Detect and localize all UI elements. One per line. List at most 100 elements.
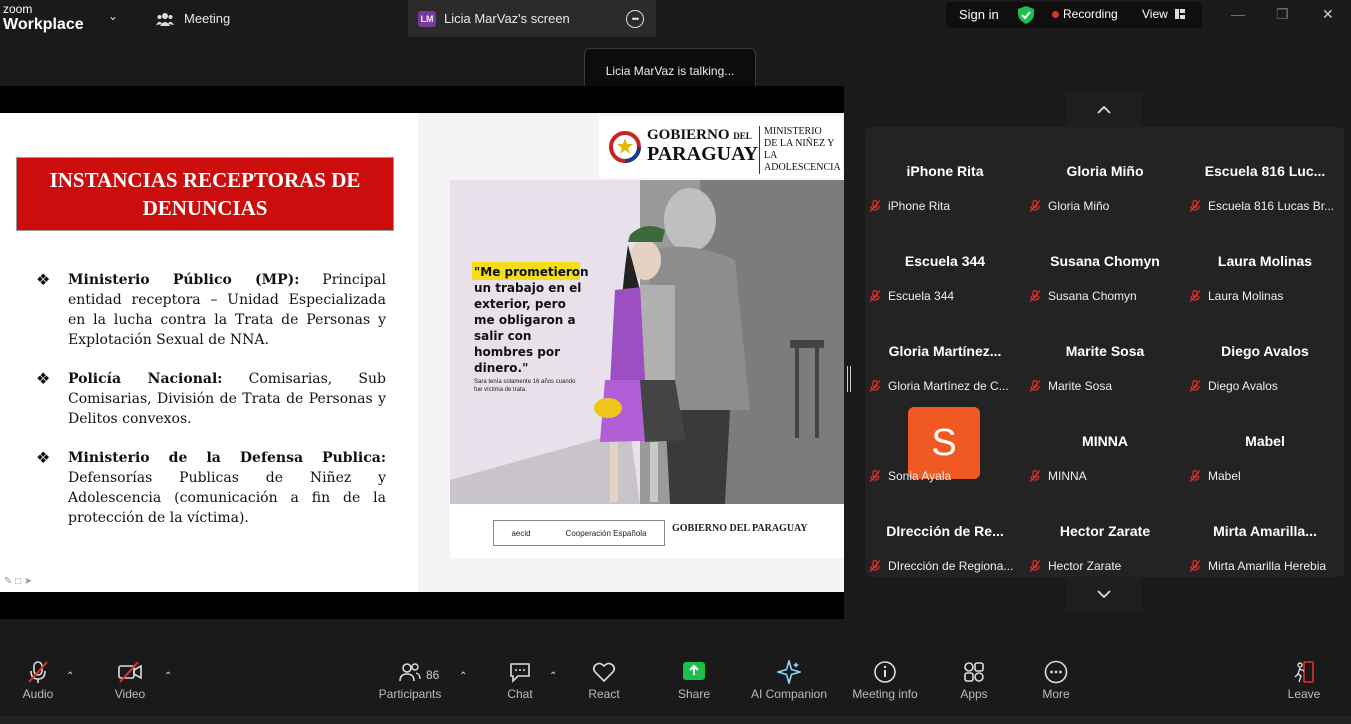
participant-label: Marite Sosa [1029,377,1112,395]
slide-title: INSTANCIAS RECEPTORAS DE DENUNCIAS [16,157,394,231]
participant-name: iPhone Rita [906,163,984,179]
participant-tile[interactable]: Hector Zarate Hector Zarate [1025,487,1185,577]
participant-count: 86 [426,668,440,682]
participant-gallery: iPhone Rita iPhone Rita Gloria Miño Gloria … [865,127,1344,577]
poster-quote: "Me prometieron un trabajo en el exterio… [474,265,589,375]
react-button[interactable]: React [584,660,624,701]
participant-label-text: Susana Chomyn [1048,289,1137,303]
participant-label-text: MINNA [1048,469,1087,483]
participant-tile[interactable]: Diego Avalos Diego Avalos [1185,307,1344,397]
participant-label: Sonia Ayala [869,467,951,485]
participant-label-text: Mirta Amarilla Herebia [1208,559,1327,573]
recording-status[interactable]: Recording [1063,7,1118,21]
participant-tile[interactable]: Gloria Miño Gloria Miño [1025,127,1185,217]
apps-icon [964,662,984,682]
video-button[interactable]: Video [110,660,150,701]
participant-tile[interactable]: Mirta Amarilla... Mirta Amarilla Herebia [1185,487,1344,577]
apps-button[interactable]: Apps [954,660,994,701]
chat-button[interactable]: Chat [500,660,540,701]
mic-muted-icon [1189,559,1201,572]
footer-gov-logo: GOBIERNO DEL PARAGUAY [672,523,808,534]
info-icon [874,661,896,683]
close-icon[interactable]: ✕ [1322,6,1334,23]
participant-label-text: Diego Avalos [1208,379,1278,393]
logo-text: GOBIERNO DEL PARAGUAY [647,126,758,165]
participant-tile[interactable]: iPhone Rita iPhone Rita [865,127,1025,217]
participants-options-caret-icon[interactable]: ⌃ [459,671,467,682]
view-button[interactable]: View [1142,7,1168,21]
participant-tile[interactable]: Susana Chomyn Susana Chomyn [1025,217,1185,307]
maximize-icon[interactable]: ❐ [1276,6,1289,23]
share-label: Share [677,687,711,701]
mic-muted-icon [1029,379,1041,392]
tab-shared-screen[interactable]: LM Licia MarVaz's screen ••• [408,0,656,37]
apps-label: Apps [960,687,988,701]
participants-icon [399,663,421,682]
mic-muted-icon [869,379,881,392]
participant-tile[interactable]: DIrección de Re... DIrección de Regiona..… [865,487,1025,577]
bullet-heading: Ministerio Público (MP): [68,272,300,288]
participant-tile[interactable]: MINNA MINNA [1025,397,1185,487]
participant-tile[interactable]: S Sonia Ayala [865,397,1025,487]
participant-label: Mabel [1189,467,1241,485]
ai-companion-label: AI Companion [750,687,828,701]
participant-name: Laura Molinas [1217,253,1313,269]
participant-tile[interactable]: Mabel Mabel [1185,397,1344,487]
more-options-icon[interactable]: ••• [626,10,644,28]
gallery-scroll-down-button[interactable] [1067,577,1141,611]
participant-name: Escuela 344 [904,253,986,269]
recording-dot-icon [1052,11,1059,18]
gallery-scroll-up-button[interactable] [1067,93,1141,127]
participant-label: Diego Avalos [1189,377,1278,395]
mic-muted-icon [869,469,881,482]
taskbar-edge [0,716,1351,724]
chat-options-caret-icon[interactable]: ⌃ [549,671,557,682]
audio-button[interactable]: Audio [18,660,58,701]
sponsor-logos: aecid Cooperación Española [493,520,665,546]
participant-label: Gloria Martínez de C... [869,377,1009,395]
ai-companion-button[interactable]: AI Companion [748,660,830,701]
participant-tile[interactable]: Marite Sosa Marite Sosa [1025,307,1185,397]
audio-options-caret-icon[interactable]: ⌃ [66,671,74,682]
paraguay-seal-icon [609,131,641,163]
participant-name: Escuela 816 Luc... [1204,163,1326,179]
leave-button[interactable]: Leave [1284,660,1324,701]
brand-small: zoom [3,2,33,16]
list-item: ❖ Ministerio de la Defensa Publica: Defe… [36,448,386,528]
mic-muted-icon [869,559,881,572]
campaign-poster-image: "Me prometieron un trabajo en el exterio… [450,180,844,504]
participant-label-text: DIrección de Regiona... [888,559,1014,573]
more-button[interactable]: More [1036,660,1076,701]
participant-label-text: Gloria Miño [1048,199,1110,213]
video-options-caret-icon[interactable]: ⌃ [164,671,172,682]
chevron-up-icon [1097,106,1111,114]
grid-view-icon[interactable] [1175,9,1185,19]
slide-annotation-tools[interactable]: ✎ □ ➤ [4,576,32,587]
participant-tile[interactable]: Escuela 816 Luc... Escuela 816 Lucas Br..… [1185,127,1344,217]
participant-label: Hector Zarate [1029,557,1121,575]
share-button[interactable]: Share [674,660,714,701]
participant-label: Gloria Miño [1029,197,1109,215]
participant-tile[interactable]: Laura Molinas Laura Molinas [1185,217,1344,307]
poster-caption: Sara tenía solamente 16 años cuando fue … [474,379,576,393]
participant-label: Mirta Amarilla Herebia [1189,557,1326,575]
tab-meeting-label: Meeting [184,11,231,26]
tab-shared-screen-label: Licia MarVaz's screen [444,11,570,26]
meeting-info-button[interactable]: Meeting info [848,660,922,701]
share-screen-icon [683,662,705,680]
participant-tile[interactable]: Escuela 344 Escuela 344 [865,217,1025,307]
chevron-down-icon[interactable]: ⌄ [108,9,118,23]
sparkle-icon [777,660,801,684]
shield-check-icon[interactable] [1018,6,1034,24]
participant-tile[interactable]: Gloria Martínez... Gloria Martínez de C..… [865,307,1025,397]
participant-name: Susana Chomyn [1050,253,1160,269]
sign-in-button[interactable]: Sign in [959,7,999,22]
participant-label-text: Mabel [1208,469,1241,483]
sponsor-aecid: aecid [511,528,531,538]
resize-handle[interactable] [847,366,851,392]
tab-meeting[interactable]: Meeting [156,0,230,37]
mic-muted-icon [1029,289,1041,302]
participant-label-text: Marite Sosa [1048,379,1113,393]
participant-label: Laura Molinas [1189,287,1283,305]
minimize-icon[interactable]: — [1231,6,1245,22]
